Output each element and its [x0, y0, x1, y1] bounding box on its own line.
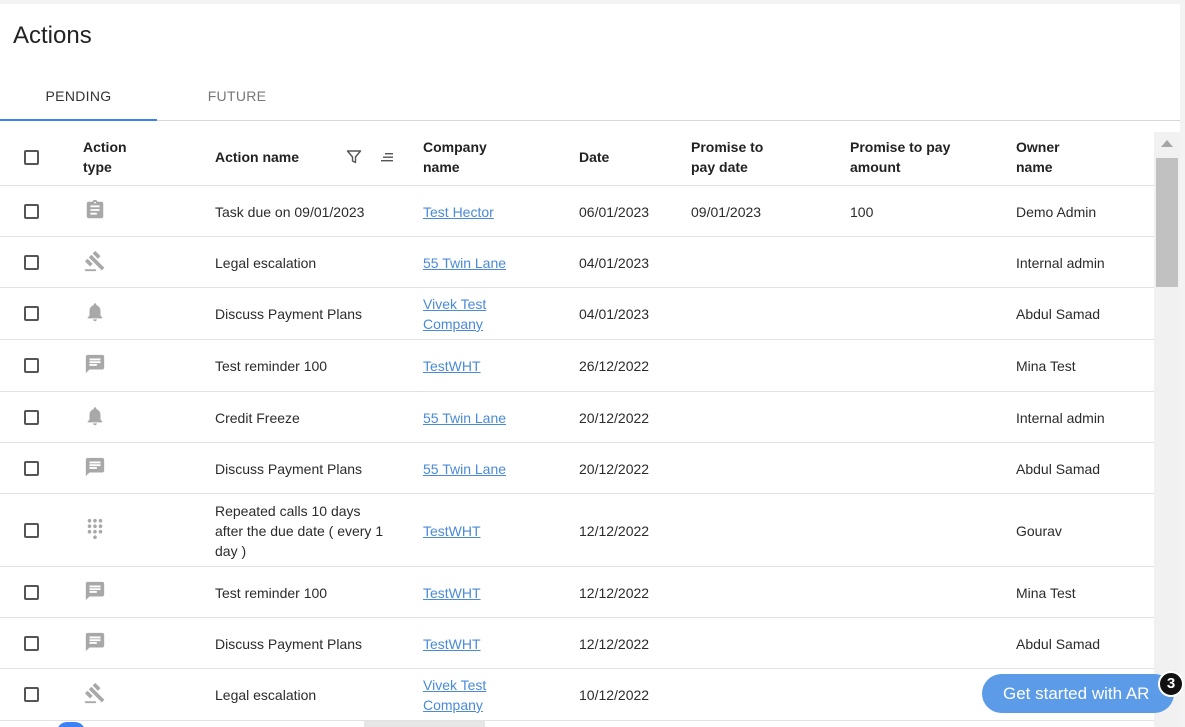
date-cell: 04/01/2023 — [579, 306, 650, 322]
date-cell: 04/01/2023 — [579, 255, 650, 271]
action-name-cell: Discuss Payment Plans — [215, 461, 363, 477]
table-row[interactable]: Test reminder 100 TestWHT 26/12/2022 Mina T… — [0, 340, 1154, 392]
owner-cell: Mina Test — [1016, 585, 1076, 601]
action-name-cell: Task due on 09/01/2023 — [215, 204, 365, 220]
table-row[interactable]: Discuss Payment Plans 55 Twin Lane 20/12/2… — [0, 443, 1154, 494]
row-checkbox[interactable] — [24, 410, 39, 425]
clipboard-icon — [84, 199, 106, 221]
tab-bar: PENDING FUTURE — [0, 80, 1180, 121]
action-name-cell: Test reminder 100 — [215, 358, 328, 374]
company-link[interactable]: Vivek Test Company — [423, 294, 523, 334]
message-icon — [84, 580, 106, 602]
table-row[interactable]: Test reminder 100 TestWHT 12/12/2022 Mina T… — [0, 567, 1154, 618]
owner-cell: Abdul Samad — [1016, 461, 1101, 477]
header-date[interactable]: Date — [579, 147, 659, 167]
date-cell: 06/01/2023 — [579, 204, 650, 220]
header-promise-amount[interactable]: Promise to pay amount — [850, 137, 970, 177]
actions-panel: Actions PENDING FUTURE Action type Actio… — [0, 4, 1180, 727]
owner-cell: Internal admin — [1016, 410, 1105, 426]
message-icon — [84, 456, 106, 478]
table-row[interactable]: Repeated calls 10 days after the due dat… — [0, 494, 1154, 567]
row-checkbox[interactable] — [24, 204, 39, 219]
date-cell: 20/12/2022 — [579, 410, 650, 426]
owner-cell: Abdul Samad — [1016, 636, 1101, 652]
header-action-name[interactable]: Action name — [215, 147, 335, 167]
table-row[interactable]: Discuss Payment Plans Vivek Test Company 0… — [0, 288, 1154, 340]
promise-amount-cell: 100 — [850, 204, 874, 220]
action-name-cell: Discuss Payment Plans — [215, 636, 363, 652]
company-link[interactable]: TestWHT — [423, 521, 523, 541]
company-link[interactable]: 55 Twin Lane — [423, 253, 523, 273]
row-checkbox[interactable] — [24, 585, 39, 600]
table-header: Action type Action name Company name Dat… — [0, 128, 1154, 186]
page-title: Actions — [13, 22, 92, 49]
row-checkbox[interactable] — [24, 358, 39, 373]
header-owner-name[interactable]: Owner name — [1016, 137, 1086, 177]
action-name-cell: Credit Freeze — [215, 410, 300, 426]
date-cell: 12/12/2022 — [579, 523, 650, 539]
company-link[interactable]: TestWHT — [423, 634, 523, 654]
gavel-icon — [84, 682, 106, 704]
date-cell: 20/12/2022 — [579, 461, 650, 477]
message-icon — [84, 631, 106, 653]
owner-cell: Gourav — [1016, 523, 1062, 539]
company-link[interactable]: Test Hector — [423, 202, 523, 222]
owner-cell: Internal admin — [1016, 255, 1105, 271]
vertical-scrollbar[interactable] — [1154, 132, 1180, 727]
row-checkbox[interactable] — [24, 636, 39, 651]
owner-cell: Mina Test — [1016, 358, 1076, 374]
bell-icon — [84, 405, 106, 427]
action-name-cell: Discuss Payment Plans — [215, 306, 363, 322]
date-cell: 26/12/2022 — [579, 358, 650, 374]
date-cell: 12/12/2022 — [579, 585, 650, 601]
gavel-icon — [84, 250, 106, 272]
company-link[interactable]: 55 Twin Lane — [423, 459, 523, 479]
scroll-up-arrow-icon[interactable] — [1161, 140, 1173, 147]
header-action-type[interactable]: Action type — [83, 137, 153, 177]
table-row[interactable]: Discuss Payment Plans TestWHT 12/12/2022 Ab… — [0, 618, 1154, 669]
action-name-cell: Test reminder 100 — [215, 585, 328, 601]
owner-cell: Abdul Samad — [1016, 306, 1101, 322]
tab-future[interactable]: FUTURE — [157, 80, 317, 121]
pagination-partial — [364, 721, 485, 727]
table-row[interactable]: Credit Freeze 55 Twin Lane 20/12/2022 Inter… — [0, 392, 1154, 443]
header-promise-date[interactable]: Promise to pay date — [691, 137, 781, 177]
action-name-cell: Repeated calls 10 days after the due dat… — [215, 503, 384, 559]
row-checkbox[interactable] — [24, 306, 39, 321]
action-name-cell: Legal escalation — [215, 255, 317, 271]
promise-date-cell: 09/01/2023 — [691, 204, 762, 220]
table-row[interactable]: Legal escalation 55 Twin Lane 04/01/2023 In… — [0, 237, 1154, 288]
company-link[interactable]: 55 Twin Lane — [423, 408, 523, 428]
row-checkbox[interactable] — [24, 523, 39, 538]
row-checkbox[interactable] — [24, 461, 39, 476]
company-link[interactable]: Vivek Test Company — [423, 675, 523, 715]
get-started-button[interactable]: Get started with AR — [982, 674, 1174, 713]
dialpad-icon — [84, 518, 106, 540]
table-row[interactable]: Task due on 09/01/2023 Test Hector 06/01/2… — [0, 186, 1154, 237]
date-cell: 10/12/2022 — [579, 687, 650, 703]
row-checkbox[interactable] — [24, 687, 39, 702]
header-company-name[interactable]: Company name — [423, 137, 513, 177]
action-name-cell: Legal escalation — [215, 687, 317, 703]
scrollbar-thumb[interactable] — [1156, 158, 1178, 287]
date-cell: 12/12/2022 — [579, 636, 650, 652]
message-icon — [84, 353, 106, 375]
tab-pending[interactable]: PENDING — [0, 80, 157, 121]
table-row[interactable]: Legal escalation Vivek Test Company 10/12/… — [0, 669, 1154, 721]
notification-badge: 3 — [1158, 671, 1184, 697]
owner-cell: Demo Admin — [1016, 204, 1097, 220]
filter-icon[interactable] — [346, 149, 362, 165]
select-all-checkbox[interactable] — [24, 150, 39, 165]
company-link[interactable]: TestWHT — [423, 356, 523, 376]
bell-icon — [84, 301, 106, 323]
company-link[interactable]: TestWHT — [423, 583, 523, 603]
row-checkbox[interactable] — [24, 255, 39, 270]
sort-icon[interactable] — [379, 149, 395, 165]
actions-table: Action type Action name Company name Dat… — [0, 128, 1154, 727]
